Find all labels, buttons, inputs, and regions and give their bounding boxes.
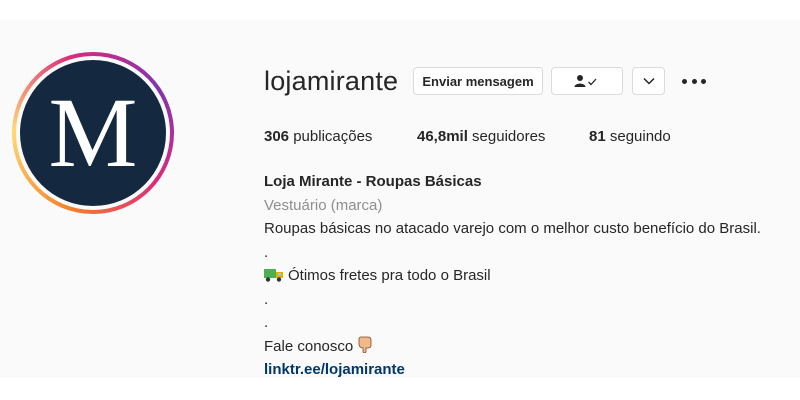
bio-line-shipping: Ótimos fretes pra todo o Brasil	[264, 264, 761, 288]
bio-line: Roupas básicas no atacado varejo com o m…	[264, 220, 761, 237]
profile-category: Vestuário (marca)	[264, 196, 383, 214]
avatar-letter: M	[48, 77, 138, 188]
delivery-truck-icon	[264, 269, 283, 282]
send-message-button[interactable]: Enviar mensagem	[413, 67, 543, 95]
profile-header: M lojamirante Enviar mensagem 306 public…	[0, 20, 800, 378]
more-options-icon[interactable]	[682, 72, 706, 90]
bio-link[interactable]: linktr.ee/lojamirante	[264, 358, 761, 382]
username: lojamirante	[264, 66, 399, 96]
bio-dot: .	[264, 314, 269, 331]
following-link[interactable]: 81 seguindo	[589, 128, 671, 145]
posts-count: 306 publicações	[264, 128, 373, 145]
following-button[interactable]	[551, 67, 623, 95]
avatar[interactable]: M	[20, 60, 166, 206]
chevron-down-icon	[642, 77, 655, 85]
suggested-accounts-button[interactable]	[632, 67, 665, 95]
person-check-icon	[574, 75, 597, 87]
pointing-down-hand-icon	[358, 336, 372, 353]
bio-dot: .	[264, 243, 269, 261]
story-ring[interactable]: M	[12, 52, 174, 214]
profile-name: Loja Mirante - Roupas Básicas	[264, 173, 482, 190]
bio-line-contact: Fale conosco	[264, 335, 761, 359]
followers-link[interactable]: 46,8mil seguidores	[417, 128, 545, 145]
bio: Loja Mirante - Roupas Básicas Vestuário …	[264, 170, 761, 382]
bio-dot: .	[264, 290, 269, 308]
